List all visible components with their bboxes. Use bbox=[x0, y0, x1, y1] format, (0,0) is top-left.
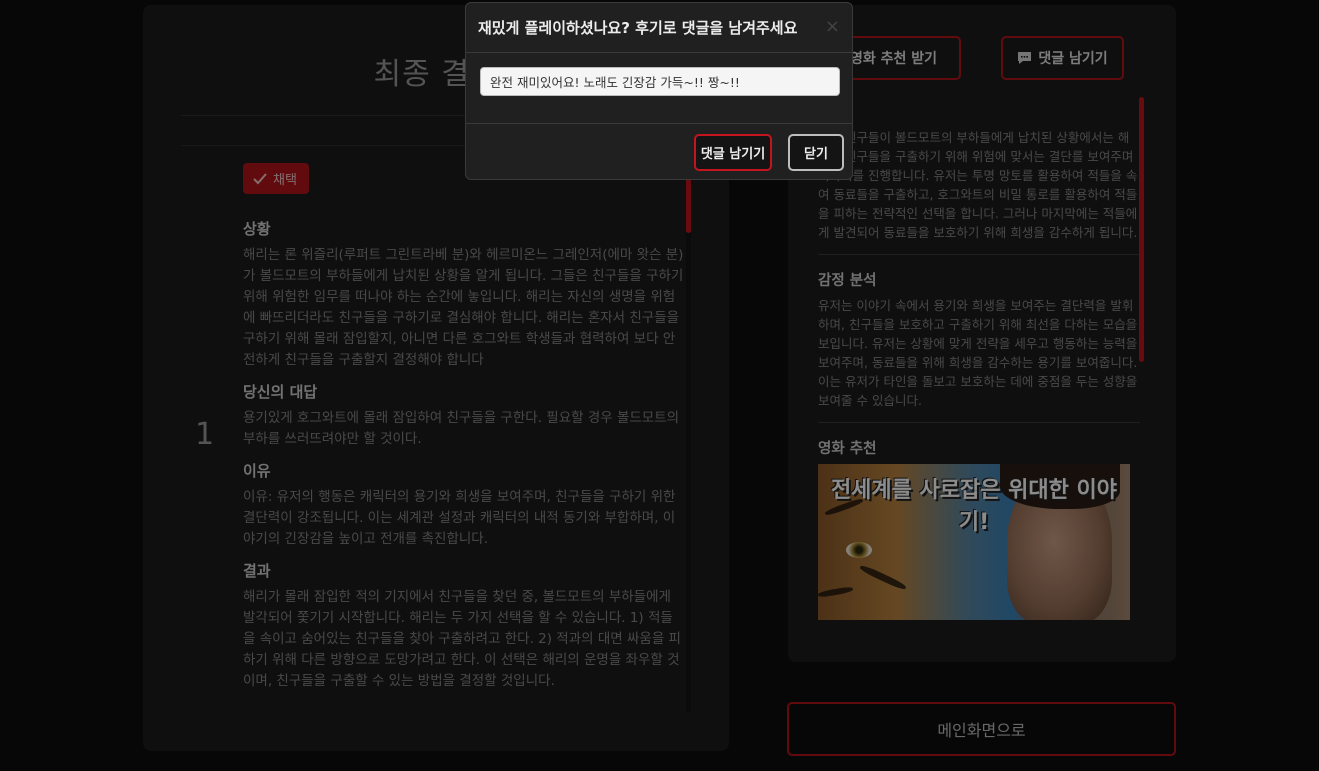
close-button[interactable]: 닫기 bbox=[788, 134, 844, 171]
modal-title: 재밌게 플레이하셨나요? 후기로 댓글을 남겨주세요 bbox=[478, 19, 798, 37]
close-icon[interactable]: × bbox=[825, 16, 840, 37]
comment-modal: 재밌게 플레이하셨나요? 후기로 댓글을 남겨주세요 × 댓글 남기기 닫기 bbox=[465, 2, 853, 180]
modal-footer: 댓글 남기기 닫기 bbox=[466, 124, 852, 179]
modal-header: 재밌게 플레이하셨나요? 후기로 댓글을 남겨주세요 × bbox=[466, 3, 852, 53]
submit-comment-label: 댓글 남기기 bbox=[700, 147, 766, 162]
submit-comment-button[interactable]: 댓글 남기기 bbox=[694, 134, 772, 171]
comment-input[interactable] bbox=[480, 67, 840, 96]
modal-body bbox=[466, 53, 852, 124]
close-button-label: 닫기 bbox=[804, 147, 828, 162]
